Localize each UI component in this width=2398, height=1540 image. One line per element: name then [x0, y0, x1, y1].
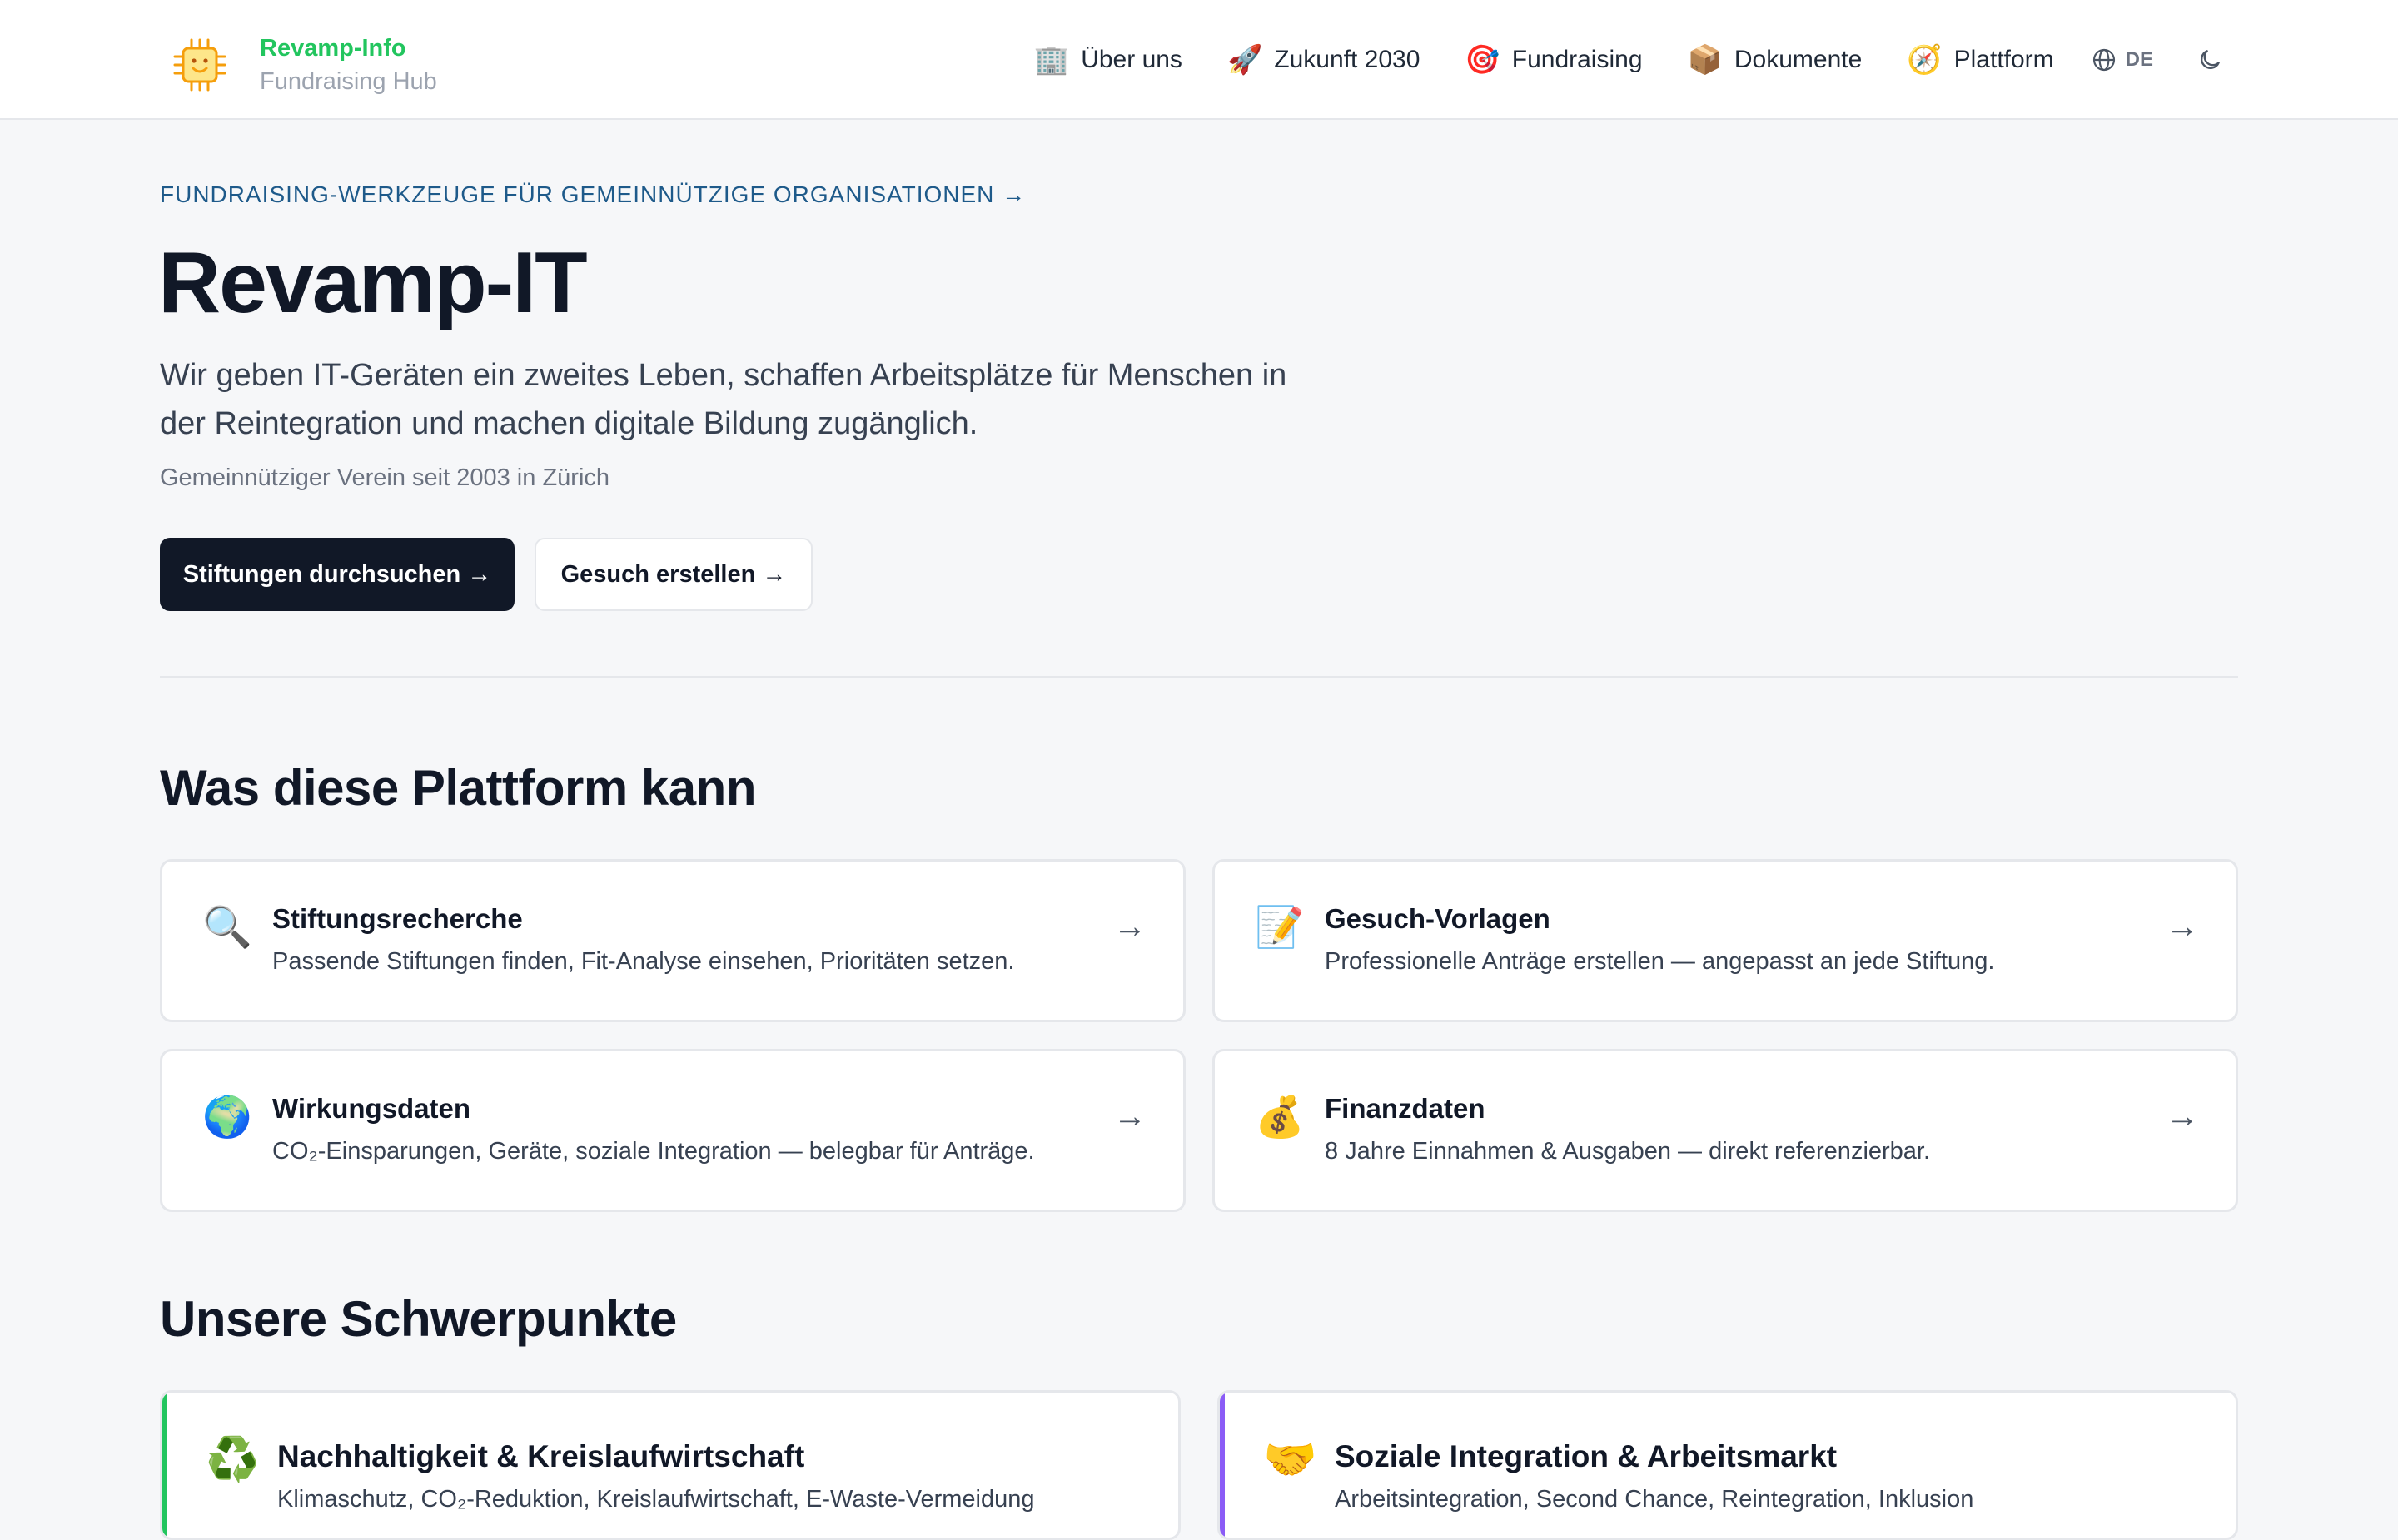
feature-card-stiftungsrecherche[interactable]: 🔍 Stiftungsrecherche Passende Stiftungen… — [160, 859, 1186, 1022]
focus-card-nachhaltigkeit[interactable]: ♻️ Nachhaltigkeit & Kreislaufwirtschaft … — [160, 1390, 1181, 1540]
package-icon: 📦 — [1687, 43, 1723, 77]
feature-card-title: Gesuch-Vorlagen — [1325, 903, 1550, 934]
nav-item-label: Dokumente — [1734, 46, 1863, 73]
arrow-right-icon: → — [2166, 1098, 2199, 1135]
focus-card-accent — [1220, 1393, 1225, 1538]
brand-title: Revamp-Info — [260, 35, 406, 62]
focus-card-title: Nachhaltigkeit & Kreislaufwirtschaft — [277, 1439, 805, 1473]
feature-card-title: Finanzdaten — [1325, 1093, 1485, 1124]
globe-icon — [2092, 48, 2115, 72]
create-application-button[interactable]: Gesuch erstellen → — [535, 538, 813, 611]
focus-card-title: Soziale Integration & Arbeitsmarkt — [1335, 1439, 1838, 1473]
magnifier-icon: 🔍 — [202, 904, 252, 951]
language-label: DE — [2125, 48, 2153, 71]
nav-item-label: Plattform — [1953, 46, 2054, 73]
nav-item-zukunft-2030[interactable]: 🚀 Zukunft 2030 — [1227, 43, 1420, 77]
hero-note: Gemeinnütziger Verein seit 2003 in Züric… — [160, 464, 610, 491]
hero-description: Wir geben IT-Geräten ein zweites Leben, … — [160, 358, 1287, 441]
focus-heading: Unsere Schwerpunkte — [160, 1291, 677, 1347]
feature-card-description: Professionelle Anträge erstellen — angep… — [1325, 948, 1995, 975]
focus-card-soziale-integration[interactable]: 🤝 Soziale Integration & Arbeitsmarkt Arb… — [1217, 1390, 2238, 1540]
recycle-icon: ♻️ — [206, 1435, 260, 1485]
brand[interactable]: Revamp-Info Fundraising Hub — [170, 32, 437, 98]
building-icon: 🏢 — [1033, 43, 1070, 77]
feature-card-title: Stiftungsrecherche — [272, 903, 523, 934]
search-foundations-button[interactable]: Stiftungen durchsuchen → — [160, 538, 515, 611]
nav-item-dokumente[interactable]: 📦 Dokumente — [1688, 43, 1863, 77]
arrow-right-icon: → — [1113, 908, 1147, 945]
feature-card-finanzdaten[interactable]: 💰 Finanzdaten 8 Jahre Einnahmen & Ausgab… — [1212, 1049, 2238, 1212]
nav-item-label: Zukunft 2030 — [1274, 46, 1420, 73]
theme-toggle-button[interactable] — [2197, 47, 2223, 73]
arrow-right-icon: → — [1113, 1098, 1147, 1135]
feature-card-description: CO₂-Einsparungen, Geräte, soziale Integr… — [272, 1138, 1035, 1165]
compass-icon: 🧭 — [1907, 43, 1943, 77]
hero-title: Revamp-IT — [158, 235, 588, 331]
language-switcher[interactable]: DE — [2091, 47, 2153, 73]
chip-logo-icon — [173, 38, 226, 92]
features-heading: Was diese Plattform kann — [160, 760, 756, 816]
rocket-icon: 🚀 — [1226, 43, 1263, 77]
nav-item-ueber-uns[interactable]: 🏢 Über uns — [1034, 43, 1182, 77]
globe-earth-icon: 🌍 — [202, 1094, 252, 1140]
memo-icon: 📝 — [1255, 904, 1305, 951]
feature-card-description: Passende Stiftungen finden, Fit-Analyse … — [272, 948, 1015, 975]
nav-item-label: Über uns — [1081, 46, 1182, 73]
nav-item-plattform[interactable]: 🧭 Plattform — [1907, 43, 2053, 77]
target-icon: 🎯 — [1465, 43, 1500, 77]
section-divider — [160, 676, 2238, 678]
brand-subtitle: Fundraising Hub — [260, 68, 437, 95]
handshake-icon: 🤝 — [1263, 1435, 1317, 1485]
feature-card-description: 8 Jahre Einnahmen & Ausgaben — direkt re… — [1325, 1138, 1931, 1165]
arrow-right-icon: → — [2166, 908, 2199, 945]
nav-item-fundraising[interactable]: 🎯 Fundraising — [1465, 43, 1642, 77]
focus-card-description: Klimaschutz, CO₂-Reduktion, Kreislaufwir… — [277, 1486, 1035, 1513]
nav-item-label: Fundraising — [1511, 46, 1643, 73]
feature-card-title: Wirkungsdaten — [272, 1093, 471, 1124]
main-nav: 🏢 Über uns 🚀 Zukunft 2030 🎯 Fundraising … — [1034, 40, 2223, 80]
hero-eyebrow-link[interactable]: FUNDRAISING-WERKZEUGE FÜR GEMEINNÜTZIGE … — [160, 181, 1026, 208]
moon-icon — [2201, 50, 2220, 69]
focus-card-description: Arbeitsintegration, Second Chance, Reint… — [1335, 1486, 1974, 1513]
money-bag-icon: 💰 — [1255, 1094, 1305, 1140]
feature-card-gesuch-vorlagen[interactable]: 📝 Gesuch-Vorlagen Professionelle Anträge… — [1212, 859, 2238, 1022]
focus-card-accent — [162, 1393, 167, 1538]
top-header: Revamp-Info Fundraising Hub 🏢 Über uns 🚀… — [0, 0, 2398, 120]
feature-card-wirkungsdaten[interactable]: 🌍 Wirkungsdaten CO₂-Einsparungen, Geräte… — [160, 1049, 1186, 1212]
